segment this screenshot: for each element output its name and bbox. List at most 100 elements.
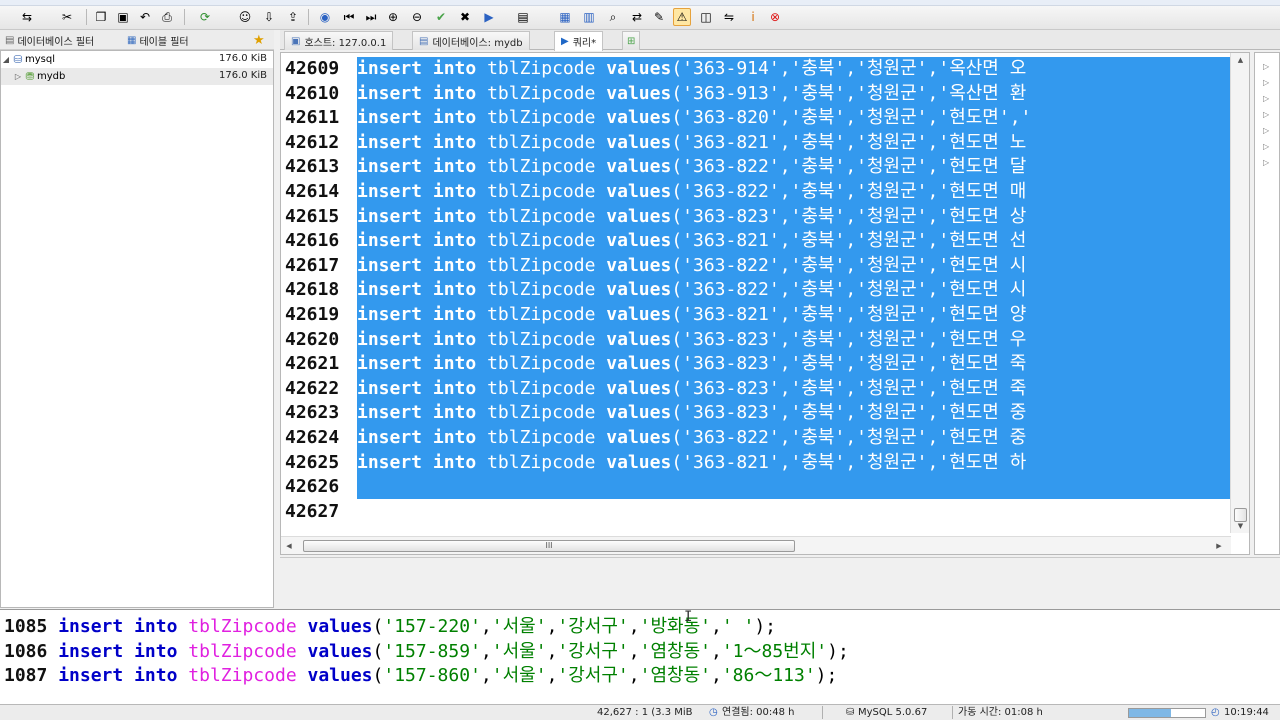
log-line[interactable]: 1087 insert into tblZipcode values('157-… bbox=[4, 664, 837, 688]
last-icon[interactable]: ⏭ bbox=[362, 8, 380, 26]
log-line[interactable]: 1086 insert into tblZipcode values('157-… bbox=[4, 640, 849, 664]
user-manager-icon[interactable]: ☺ bbox=[236, 8, 254, 26]
string-literal: '강서구' bbox=[557, 665, 629, 686]
first-icon[interactable]: ⏮ bbox=[340, 8, 358, 26]
code-line[interactable]: insert into tblZipcode values('363-823',… bbox=[357, 401, 1231, 425]
tree-item-mysql[interactable]: ◢ ⛁ mysql 176.0 KiB bbox=[1, 51, 273, 68]
code-line[interactable]: insert into tblZipcode values('363-821',… bbox=[357, 229, 1231, 253]
find-icon[interactable]: ⌕ bbox=[604, 8, 622, 26]
code-line[interactable]: insert into tblZipcode values('363-822',… bbox=[357, 180, 1231, 204]
save-icon[interactable]: ▦ bbox=[556, 8, 574, 26]
log-line[interactable]: 1085 insert into tblZipcode values('157-… bbox=[4, 615, 776, 639]
code-line[interactable]: insert into tblZipcode values('363-822',… bbox=[357, 254, 1231, 278]
refresh-icon[interactable]: ⟳ bbox=[196, 8, 214, 26]
helper-item[interactable]: ▷ bbox=[1263, 59, 1280, 73]
scroll-down-icon[interactable]: ▼ bbox=[1231, 519, 1249, 533]
connect-icon[interactable]: ⇆ bbox=[18, 8, 36, 26]
edit-icon[interactable]: ✎ bbox=[650, 8, 668, 26]
apply-icon[interactable]: ✔ bbox=[432, 8, 450, 26]
code-line[interactable]: insert into tblZipcode values('363-820',… bbox=[357, 106, 1231, 130]
code-line[interactable]: insert into tblZipcode values('363-823',… bbox=[357, 352, 1231, 376]
tab-query[interactable]: ▶ 쿼리* bbox=[554, 31, 604, 51]
import-icon[interactable]: ⇩ bbox=[260, 8, 278, 26]
result-area bbox=[280, 557, 1280, 607]
tab-database[interactable]: ▤ 데이터베이스: mydb bbox=[412, 31, 530, 50]
filter-icon[interactable]: ⇋ bbox=[720, 8, 738, 26]
replace-icon[interactable]: ⇄ bbox=[628, 8, 646, 26]
sql-keyword: into bbox=[432, 230, 477, 252]
info-icon[interactable]: i bbox=[744, 8, 762, 26]
code-line[interactable]: insert into tblZipcode values('363-823',… bbox=[357, 377, 1231, 401]
table-name: tblZipcode bbox=[487, 402, 596, 424]
comma: , bbox=[710, 640, 722, 662]
code-line[interactable]: insert into tblZipcode values('363-821',… bbox=[357, 303, 1231, 327]
sql-log-panel[interactable]: 1085 insert into tblZipcode values('157-… bbox=[0, 609, 1280, 704]
code-line[interactable]: insert into tblZipcode values('363-823',… bbox=[357, 328, 1231, 352]
query-play-icon: ▶ bbox=[561, 36, 569, 47]
run-query-icon[interactable]: ▶ bbox=[480, 8, 498, 26]
print-icon[interactable]: ⎙ bbox=[158, 8, 176, 26]
query-options-icon[interactable]: ▤ bbox=[514, 8, 532, 26]
paste-icon[interactable]: ▣ bbox=[114, 8, 132, 26]
ox-icon[interactable]: ◫ bbox=[697, 8, 715, 26]
sql-keyword: insert bbox=[357, 353, 423, 375]
collapse-arrow-icon[interactable]: ◢ bbox=[1, 55, 11, 64]
helper-item[interactable]: ▷ bbox=[1263, 155, 1280, 169]
progress-fill bbox=[1129, 709, 1171, 717]
help-icon[interactable]: ◉ bbox=[316, 8, 334, 26]
sql-keyword: into bbox=[432, 402, 477, 424]
tree-item-mydb[interactable]: ▷ ⛃ mydb 176.0 KiB bbox=[1, 68, 273, 85]
undo-icon[interactable]: ↶ bbox=[136, 8, 154, 26]
tab-host[interactable]: ▣ 호스트: 127.0.0.1 bbox=[284, 31, 394, 50]
scroll-left-icon[interactable]: ◀ bbox=[281, 537, 297, 554]
add-row-icon[interactable]: ⊕ bbox=[384, 8, 402, 26]
horizontal-scroll-thumb[interactable]: III bbox=[303, 540, 795, 552]
code-line[interactable]: insert into tblZipcode values('363-913',… bbox=[357, 82, 1231, 106]
cancel-icon[interactable]: ✖ bbox=[456, 8, 474, 26]
helper-item[interactable]: ▷ bbox=[1263, 91, 1280, 105]
helper-item[interactable]: ▷ bbox=[1263, 123, 1280, 137]
disconnect-icon[interactable]: ✂ bbox=[58, 8, 76, 26]
code-line[interactable]: insert into tblZipcode values('363-914',… bbox=[357, 57, 1231, 81]
table-name: tblZipcode bbox=[487, 156, 596, 178]
vertical-scrollbar[interactable]: ▲ ▼ bbox=[1230, 53, 1249, 533]
code-line[interactable]: insert into tblZipcode values('363-822',… bbox=[357, 278, 1231, 302]
helper-item[interactable]: ▷ bbox=[1263, 139, 1280, 153]
sql-keyword: values bbox=[606, 58, 672, 79]
sql-help-icon[interactable]: ⚠ bbox=[673, 8, 691, 26]
scroll-up-icon[interactable]: ▲ bbox=[1231, 53, 1249, 67]
table-name: tblZipcode bbox=[487, 427, 596, 448]
helper-item[interactable]: ▷ bbox=[1263, 107, 1280, 121]
database-filter-tab[interactable]: ▤ 데이터베이스 필터 bbox=[2, 32, 97, 48]
tree-item-size: 176.0 KiB bbox=[218, 70, 267, 81]
code-line[interactable]: insert into tblZipcode values('363-821',… bbox=[357, 131, 1231, 155]
new-query-tab-button[interactable]: ⊞ bbox=[622, 31, 641, 50]
code-line[interactable]: insert into tblZipcode values('363-823',… bbox=[357, 205, 1231, 229]
query-editor[interactable]: 42609 42610 42611 42612 42613 42614 42615 42616… bbox=[280, 52, 1250, 555]
sql-keyword: values bbox=[606, 156, 672, 178]
expand-arrow-icon[interactable]: ▷ bbox=[13, 72, 23, 81]
favorite-star-icon[interactable]: ★ bbox=[250, 32, 268, 48]
code-line[interactable]: insert into tblZipcode values('363-822',… bbox=[357, 155, 1231, 179]
code-area[interactable]: insert into tblZipcode values('363-914',… bbox=[357, 53, 1231, 533]
horizontal-scrollbar[interactable]: ◀ III ▶ bbox=[281, 536, 1231, 554]
code-line[interactable]: insert into tblZipcode values('363-822',… bbox=[357, 426, 1231, 450]
table-filter-tab[interactable]: ▦ 테이블 필터 bbox=[124, 32, 192, 48]
delete-row-icon[interactable]: ⊖ bbox=[408, 8, 426, 26]
sql-keyword: insert bbox=[58, 616, 124, 637]
log-line-number: 1085 bbox=[4, 616, 48, 637]
stop-icon[interactable]: ⊗ bbox=[766, 8, 784, 26]
sql-keyword: insert bbox=[357, 205, 423, 227]
helper-item[interactable]: ▷ bbox=[1263, 75, 1280, 89]
copy-icon[interactable]: ❐ bbox=[92, 8, 110, 26]
scroll-right-icon[interactable]: ▶ bbox=[1211, 537, 1227, 554]
code-line[interactable]: insert into tblZipcode values('363-821',… bbox=[357, 451, 1231, 475]
export-icon[interactable]: ⇪ bbox=[284, 8, 302, 26]
save-all-icon[interactable]: ▥ bbox=[580, 8, 598, 26]
